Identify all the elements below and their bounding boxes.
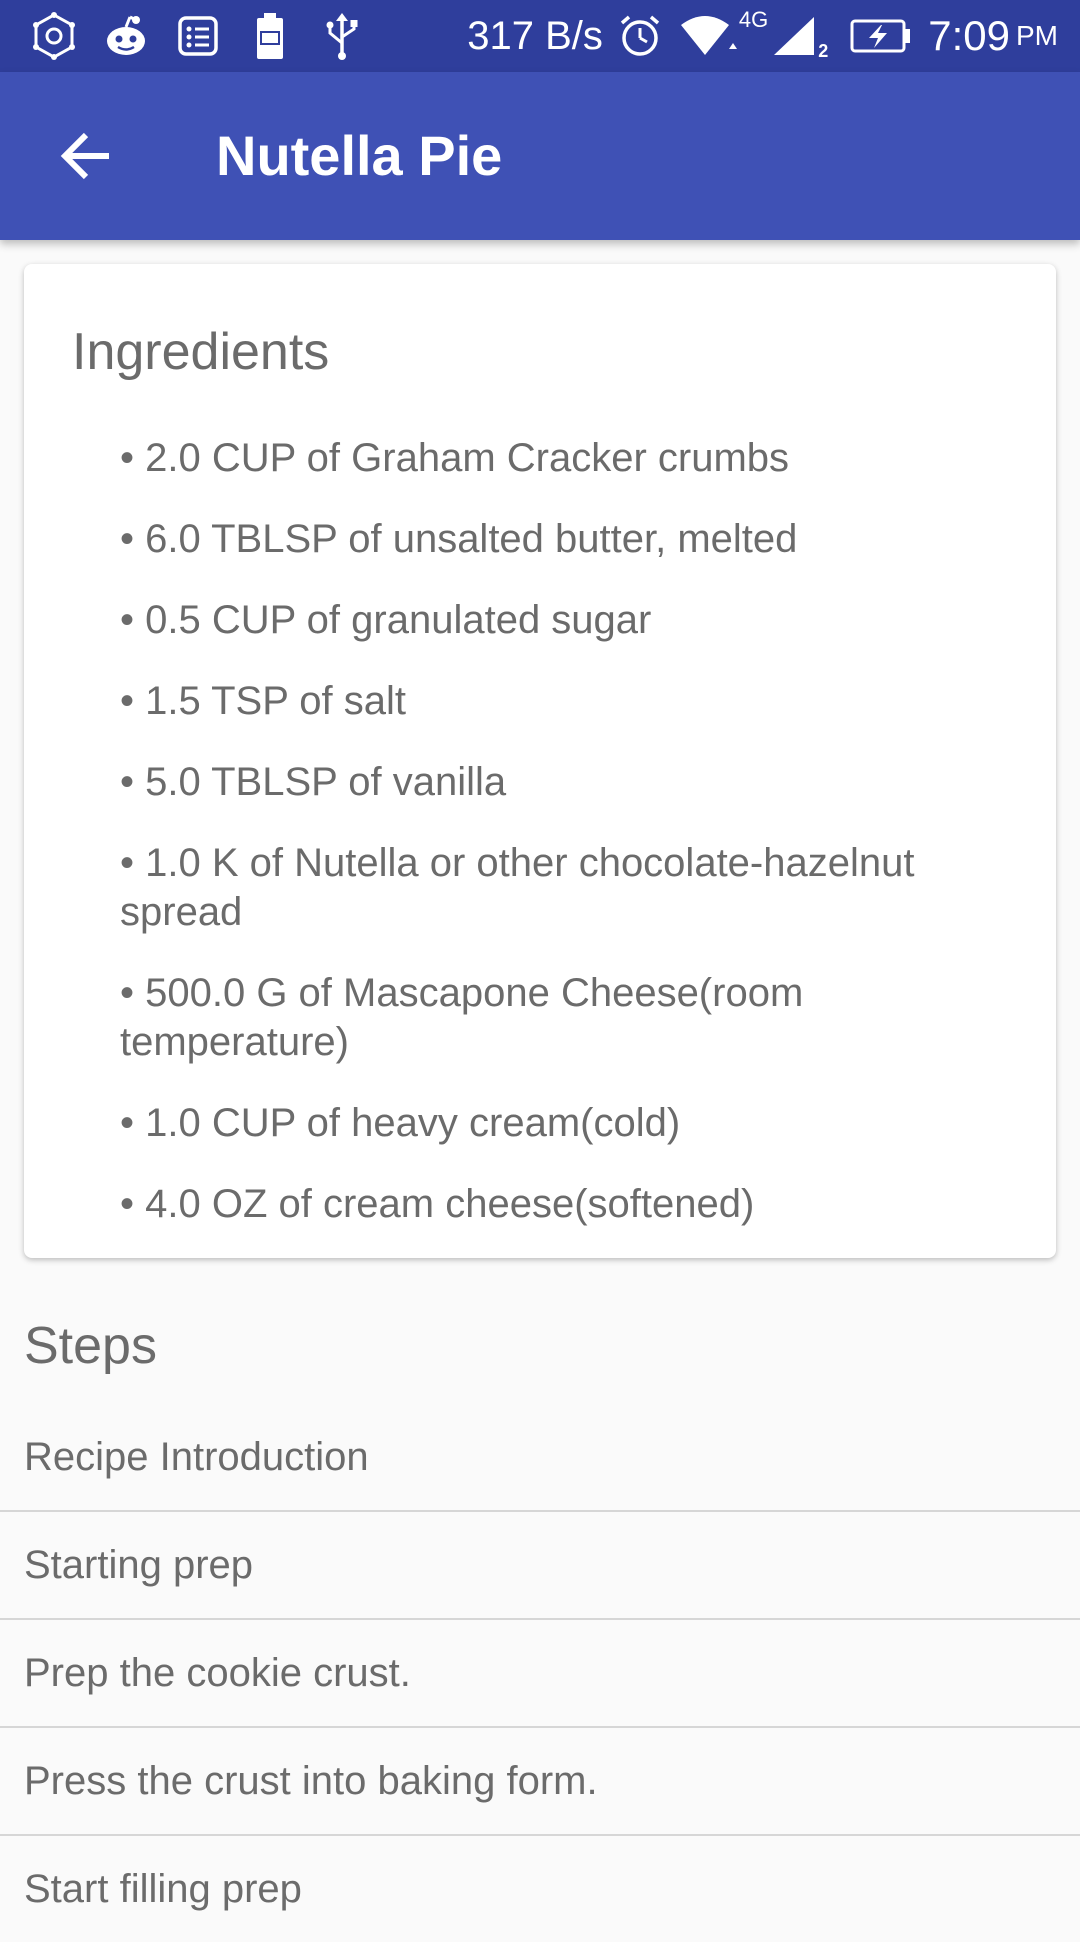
ingredient-item: • 1.0 K of Nutella or other chocolate-ha… [120,841,915,934]
page-title: Nutella Pie [216,124,503,187]
ingredients-heading: Ingredients [72,323,330,381]
step-item-prep-cookie-crust[interactable]: Prep the cookie crust. [0,1620,1080,1728]
list-app-icon [170,8,226,64]
cell-signal-icon [772,13,818,59]
network-speed: 317 B/s [467,13,603,58]
notification-icons [26,8,386,64]
clock-time: 7:09 [928,12,1010,59]
ingredients-list: • 2.0 CUP of Graham Cracker crumbs • 6.0… [120,434,1000,1261]
alarm-icon [617,13,663,59]
steps-list: Recipe Introduction Starting prep Prep t… [0,1404,1080,1942]
clock-ampm: PM [1016,20,1058,51]
battery-charging-icon [850,18,912,54]
network-type: 4G [739,8,768,64]
step-item-starting-prep[interactable]: Starting prep [0,1512,1080,1620]
steps-heading: Steps [24,1317,157,1375]
arrow-back-icon [60,132,109,180]
wifi-icon [679,13,737,59]
step-item-press-crust[interactable]: Press the crust into baking form. [0,1728,1080,1836]
ingredient-item: • 1.0 CUP of heavy cream(cold) [120,1101,681,1145]
system-status: 317 B/s 4G 2 7:09 PM [467,0,1058,72]
ingredient-item: • 1.5 TSP of salt [120,679,407,723]
ingredient-item: • 500.0 G of Mascapone Cheese(room tempe… [120,971,804,1064]
status-bar: 317 B/s 4G 2 7:09 PM [0,0,1080,72]
step-item-recipe-introduction[interactable]: Recipe Introduction [0,1404,1080,1512]
ingredient-item: • 2.0 CUP of Graham Cracker crumbs [120,436,790,480]
usb-icon [314,8,370,64]
step-item-start-filling-prep[interactable]: Start filling prep [0,1836,1080,1942]
ingredient-item: • 4.0 OZ of cream cheese(softened) [120,1182,755,1226]
app-bar: Nutella Pie [0,72,1080,240]
ingredients-card: Ingredients • 2.0 CUP of Graham Cracker … [24,264,1056,1258]
battery-100-icon [242,8,298,64]
ingredient-item: • 5.0 TBLSP of vanilla [120,760,507,804]
sim-slot: 2 [818,10,828,62]
sim-slot-label: 2 [818,41,829,61]
hexagon-settings-icon [26,8,82,64]
ingredient-item: • 6.0 TBLSP of unsalted butter, melted [120,517,798,561]
back-button[interactable] [44,114,128,198]
ingredient-item: • 0.5 CUP of granulated sugar [120,598,652,642]
reddit-icon [98,8,154,64]
network-type-label: 4G [738,7,769,32]
